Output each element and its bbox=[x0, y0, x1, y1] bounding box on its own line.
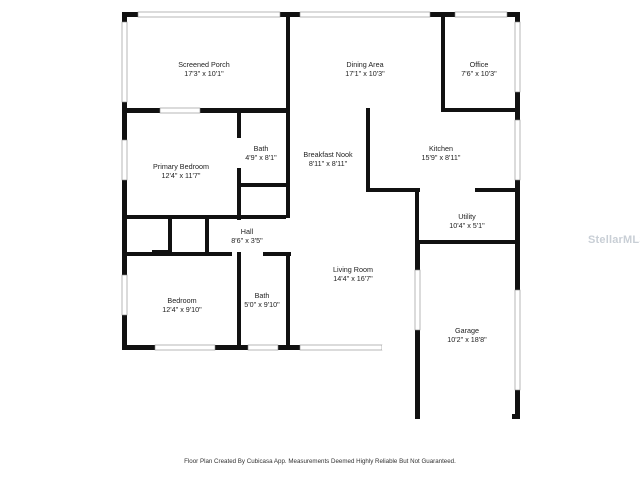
room-name: Primary Bedroom bbox=[153, 162, 209, 171]
room-dimensions: 7'6" x 10'3" bbox=[461, 69, 497, 78]
room-name: Bath bbox=[254, 144, 269, 153]
watermark-logo: StellarMLS bbox=[588, 234, 640, 246]
room-bath-upper: Bath 4'9" x 8'1" bbox=[245, 144, 277, 162]
room-dimensions: 17'3" x 10'1" bbox=[184, 69, 224, 78]
room-name: Living Room bbox=[333, 265, 373, 274]
room-office: Office 7'6" x 10'3" bbox=[461, 60, 497, 78]
footer-note: Floor Plan Created By Cubicasa App. Meas… bbox=[184, 458, 456, 465]
room-name: Kitchen bbox=[429, 144, 453, 153]
room-dimensions: 17'1" x 10'3" bbox=[345, 69, 385, 78]
room-dimensions: 5'0" x 9'10" bbox=[244, 300, 280, 309]
room-name: Screened Porch bbox=[178, 60, 230, 69]
room-name: Breakfast Nook bbox=[303, 150, 353, 159]
floor-plan: Screened Porch 17'3" x 10'1" Dining Area… bbox=[121, 11, 521, 419]
room-dimensions: 12'4" x 9'10" bbox=[162, 305, 202, 314]
room-dimensions: 12'4" x 11'7" bbox=[162, 171, 201, 180]
room-utility: Utility 10'4" x 5'1" bbox=[449, 212, 485, 230]
room-name: Dining Area bbox=[346, 60, 383, 69]
room-name: Bath bbox=[255, 291, 270, 300]
room-dimensions: 8'6" x 3'5" bbox=[231, 236, 263, 245]
room-dining-area: Dining Area 17'1" x 10'3" bbox=[345, 60, 385, 78]
room-dimensions: 15'9" x 8'11" bbox=[422, 153, 461, 162]
room-primary-bedroom: Primary Bedroom 12'4" x 11'7" bbox=[153, 162, 209, 180]
room-garage: Garage 10'2" x 18'8" bbox=[447, 326, 487, 344]
room-name: Utility bbox=[458, 212, 476, 221]
doors bbox=[237, 50, 512, 419]
room-name: Bedroom bbox=[167, 296, 196, 305]
room-dimensions: 8'11" x 8'11" bbox=[309, 159, 348, 168]
room-dimensions: 14'4" x 16'7" bbox=[333, 274, 373, 283]
room-dimensions: 10'2" x 18'8" bbox=[447, 335, 487, 344]
room-hall: Hall 8'6" x 3'5" bbox=[231, 227, 263, 245]
room-screened-porch: Screened Porch 17'3" x 10'1" bbox=[178, 60, 230, 78]
room-dimensions: 4'9" x 8'1" bbox=[245, 153, 277, 162]
room-dimensions: 10'4" x 5'1" bbox=[449, 221, 485, 230]
room-name: Hall bbox=[241, 227, 254, 236]
room-kitchen: Kitchen 15'9" x 8'11" bbox=[422, 144, 461, 162]
room-living-room: Living Room 14'4" x 16'7" bbox=[333, 265, 373, 283]
room-name: Garage bbox=[455, 326, 479, 335]
room-name: Office bbox=[470, 60, 489, 69]
room-bath-lower: Bath 5'0" x 9'10" bbox=[244, 291, 280, 309]
room-bedroom: Bedroom 12'4" x 9'10" bbox=[162, 296, 202, 314]
room-breakfast-nook: Breakfast Nook 8'11" x 8'11" bbox=[303, 150, 353, 168]
